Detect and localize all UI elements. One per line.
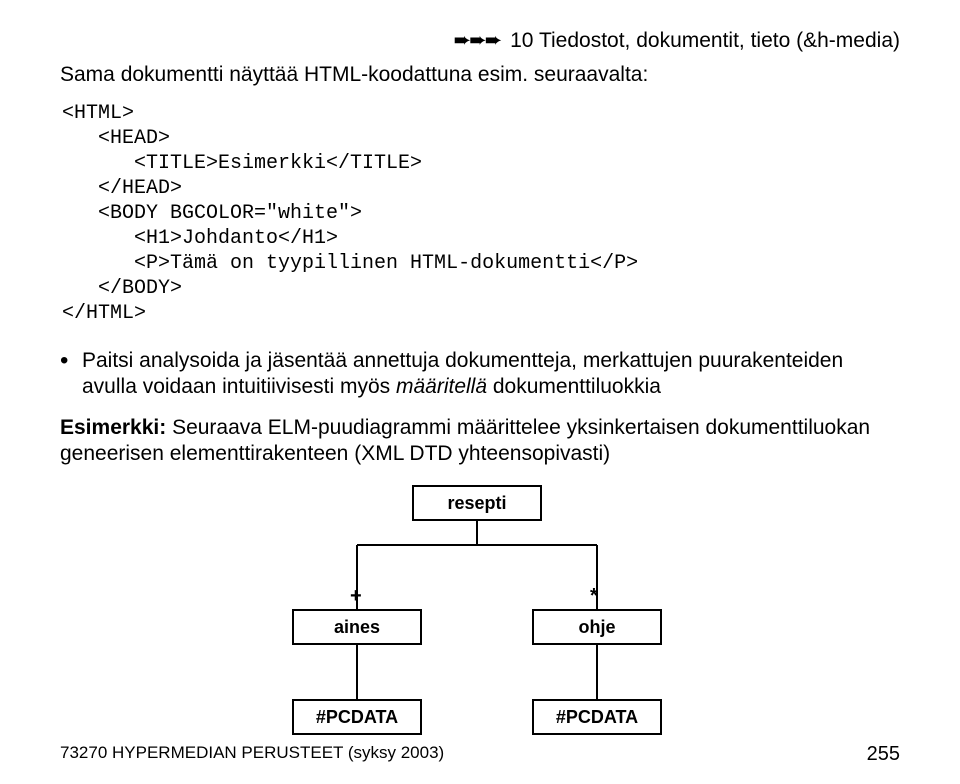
decorator-star: * <box>590 585 598 608</box>
decorator-plus: + <box>350 585 362 608</box>
bullet-text-post: dokumenttiluokkia <box>487 375 661 398</box>
bullet-text-italic: määritellä <box>396 375 487 398</box>
tree-diagram: resepti + * aines ohje #PCDATA #PCDATA <box>220 485 740 745</box>
page-number: 255 <box>867 743 900 766</box>
intro-text: Sama dokumentti näyttää HTML-koodattuna … <box>60 63 900 87</box>
bullet-item: Paitsi analysoida ja jäsentää annettuja … <box>60 348 900 401</box>
arrow-icons: ➨➨➨ <box>453 29 500 52</box>
example-paragraph: Esimerkki: Seuraava ELM-puudiagrammi mää… <box>60 415 900 468</box>
bullet-list: Paitsi analysoida ja jäsentää annettuja … <box>60 348 900 401</box>
page-footer: 73270 HYPERMEDIAN PERUSTEET (syksy 2003)… <box>60 743 900 766</box>
node-left-child: aines <box>292 609 422 645</box>
footer-left: 73270 HYPERMEDIAN PERUSTEET (syksy 2003) <box>60 743 444 766</box>
page-header: ➨➨➨ 10 Tiedostot, dokumentit, tieto (&h-… <box>60 28 900 53</box>
node-left-leaf: #PCDATA <box>292 699 422 735</box>
example-text: Seuraava ELM-puudiagrammi määrittelee yk… <box>60 416 870 465</box>
node-root: resepti <box>412 485 542 521</box>
code-block: <HTML> <HEAD> <TITLE>Esimerkki</TITLE> <… <box>62 101 900 326</box>
example-label: Esimerkki: <box>60 416 166 439</box>
node-right-child: ohje <box>532 609 662 645</box>
node-right-leaf: #PCDATA <box>532 699 662 735</box>
header-text: 10 Tiedostot, dokumentit, tieto (&h-medi… <box>510 29 900 52</box>
